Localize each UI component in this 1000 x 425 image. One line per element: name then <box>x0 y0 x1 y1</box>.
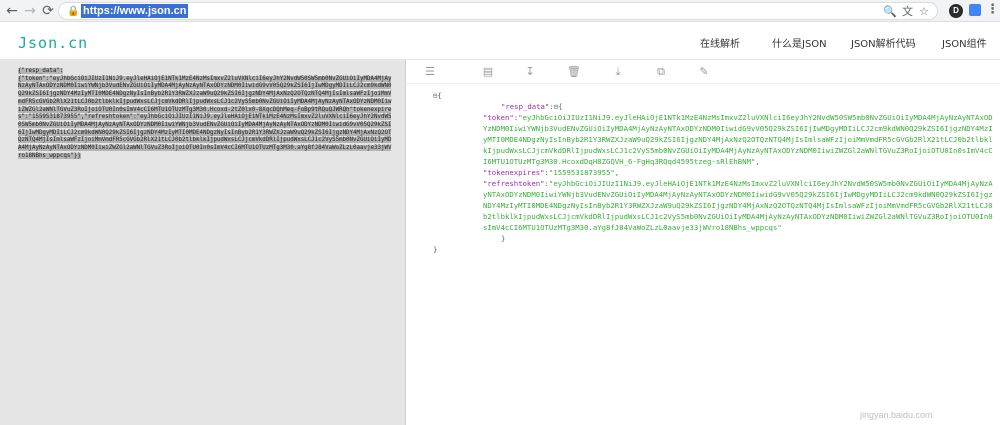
comma: , <box>614 168 620 177</box>
site-header: Json.cn 在线解析 什么是JSON JSON解析代码 JSON组件 <box>0 22 1000 60</box>
json-input-text[interactable]: {"resp_data": {"token":"eyJhbGciOiJIUzI1… <box>18 68 392 160</box>
json-tree: ⊟{ "resp_data":⊟{ "token":"eyJhbGciOiJIU… <box>433 90 993 255</box>
bookmark-star-icon[interactable]: ☆ <box>919 5 929 18</box>
copy-icon[interactable]: ⧉ <box>654 65 668 79</box>
address-bar[interactable]: 🔒 https://www.json.cn 🔍 文 ☆ <box>58 2 938 20</box>
key-token: "token" <box>483 113 514 122</box>
json-input-editor[interactable]: {"resp_data": {"token":"eyJhbGciOiJIUzI1… <box>0 60 406 425</box>
close-brace: } <box>501 234 506 243</box>
comma: , <box>755 157 760 166</box>
key-refreshtoken: "refreshtoken" <box>483 179 545 188</box>
watermark-text: jingyan.baidu.com <box>860 410 933 420</box>
nav-online-parse[interactable]: 在线解析 <box>700 35 740 50</box>
resp-data-line: "resp_data":⊟{ <box>433 101 993 112</box>
tokenexpires-line: "tokenexpires":"1559531873955", <box>433 167 993 178</box>
nav-what-is-json[interactable]: 什么是JSON <box>772 35 827 50</box>
json-output-viewer: ☰ ▤ ↧ 🗑 ⤓ ⧉ ✎ ⊟{ "resp_data":⊟{ "token":… <box>407 60 1000 425</box>
browser-menu-icon[interactable]: ⋮ <box>986 2 999 18</box>
key-resp-data: "resp_data" <box>501 102 550 111</box>
file-icon[interactable]: ▤ <box>481 65 495 79</box>
forward-icon[interactable]: → <box>22 3 38 19</box>
clean-icon[interactable]: ✎ <box>697 65 711 79</box>
site-logo[interactable]: Json.cn <box>18 34 88 52</box>
selected-text-tail: "tokenexpires":"1559531873955","refresht… <box>18 106 392 159</box>
browser-toolbar: ← → ⟳ 🔒 https://www.json.cn 🔍 文 ☆ D ⋮ <box>0 0 1000 22</box>
key-tokenexpires: "tokenexpires" <box>483 168 545 177</box>
lock-icon[interactable]: 🔒 <box>67 5 79 18</box>
value-token: "eyJhbGciOiJIUzI1NiJ9.eyJleHAiOjE1NTk1Mz… <box>483 113 993 166</box>
value-tokenexpires: "1559531873955" <box>548 168 615 177</box>
close-brace: } <box>433 245 438 254</box>
download-icon[interactable]: ⤓ <box>611 65 625 79</box>
json-root-line: ⊟{ <box>433 90 993 101</box>
format-icon[interactable]: ☰ <box>423 65 437 79</box>
value-refreshtoken: "eyJhbGciOiJIUzI1NiJ9.eyJleHAiOjE1NTk1Mz… <box>483 179 993 232</box>
url-text[interactable]: https://www.json.cn <box>81 4 189 18</box>
sort-icon[interactable]: ↧ <box>523 65 537 79</box>
nav-json-components[interactable]: JSON组件 <box>942 35 987 50</box>
output-toolbar: ☰ ▤ ↧ 🗑 ⤓ ⧉ ✎ <box>407 60 1000 84</box>
token-line: "token":"eyJhbGciOiJIUzI1NiJ9.eyJleHAiOj… <box>433 112 993 167</box>
extension-icon[interactable] <box>969 4 981 16</box>
outer-close-line: } <box>433 244 993 255</box>
reload-icon[interactable]: ⟳ <box>40 3 56 19</box>
back-icon[interactable]: ← <box>4 3 20 19</box>
selected-text: {"resp_data": {"token":"eyJhbGciOiJIUzI1… <box>18 68 392 113</box>
nav-json-parse-code[interactable]: JSON解析代码 <box>851 35 916 50</box>
refreshtoken-line: "refreshtoken":"eyJhbGciOiJIUzI1NiJ9.eyJ… <box>433 178 993 233</box>
collapse-toggle-icon[interactable]: :⊟{ <box>549 102 562 111</box>
zoom-icon[interactable]: 🔍 <box>883 5 897 18</box>
delete-icon[interactable]: 🗑 <box>567 65 581 79</box>
inner-close-line: } <box>433 233 993 244</box>
profile-avatar-icon[interactable]: D <box>949 4 963 18</box>
translate-icon[interactable]: 文 <box>902 5 913 18</box>
open-brace: { <box>437 91 442 100</box>
